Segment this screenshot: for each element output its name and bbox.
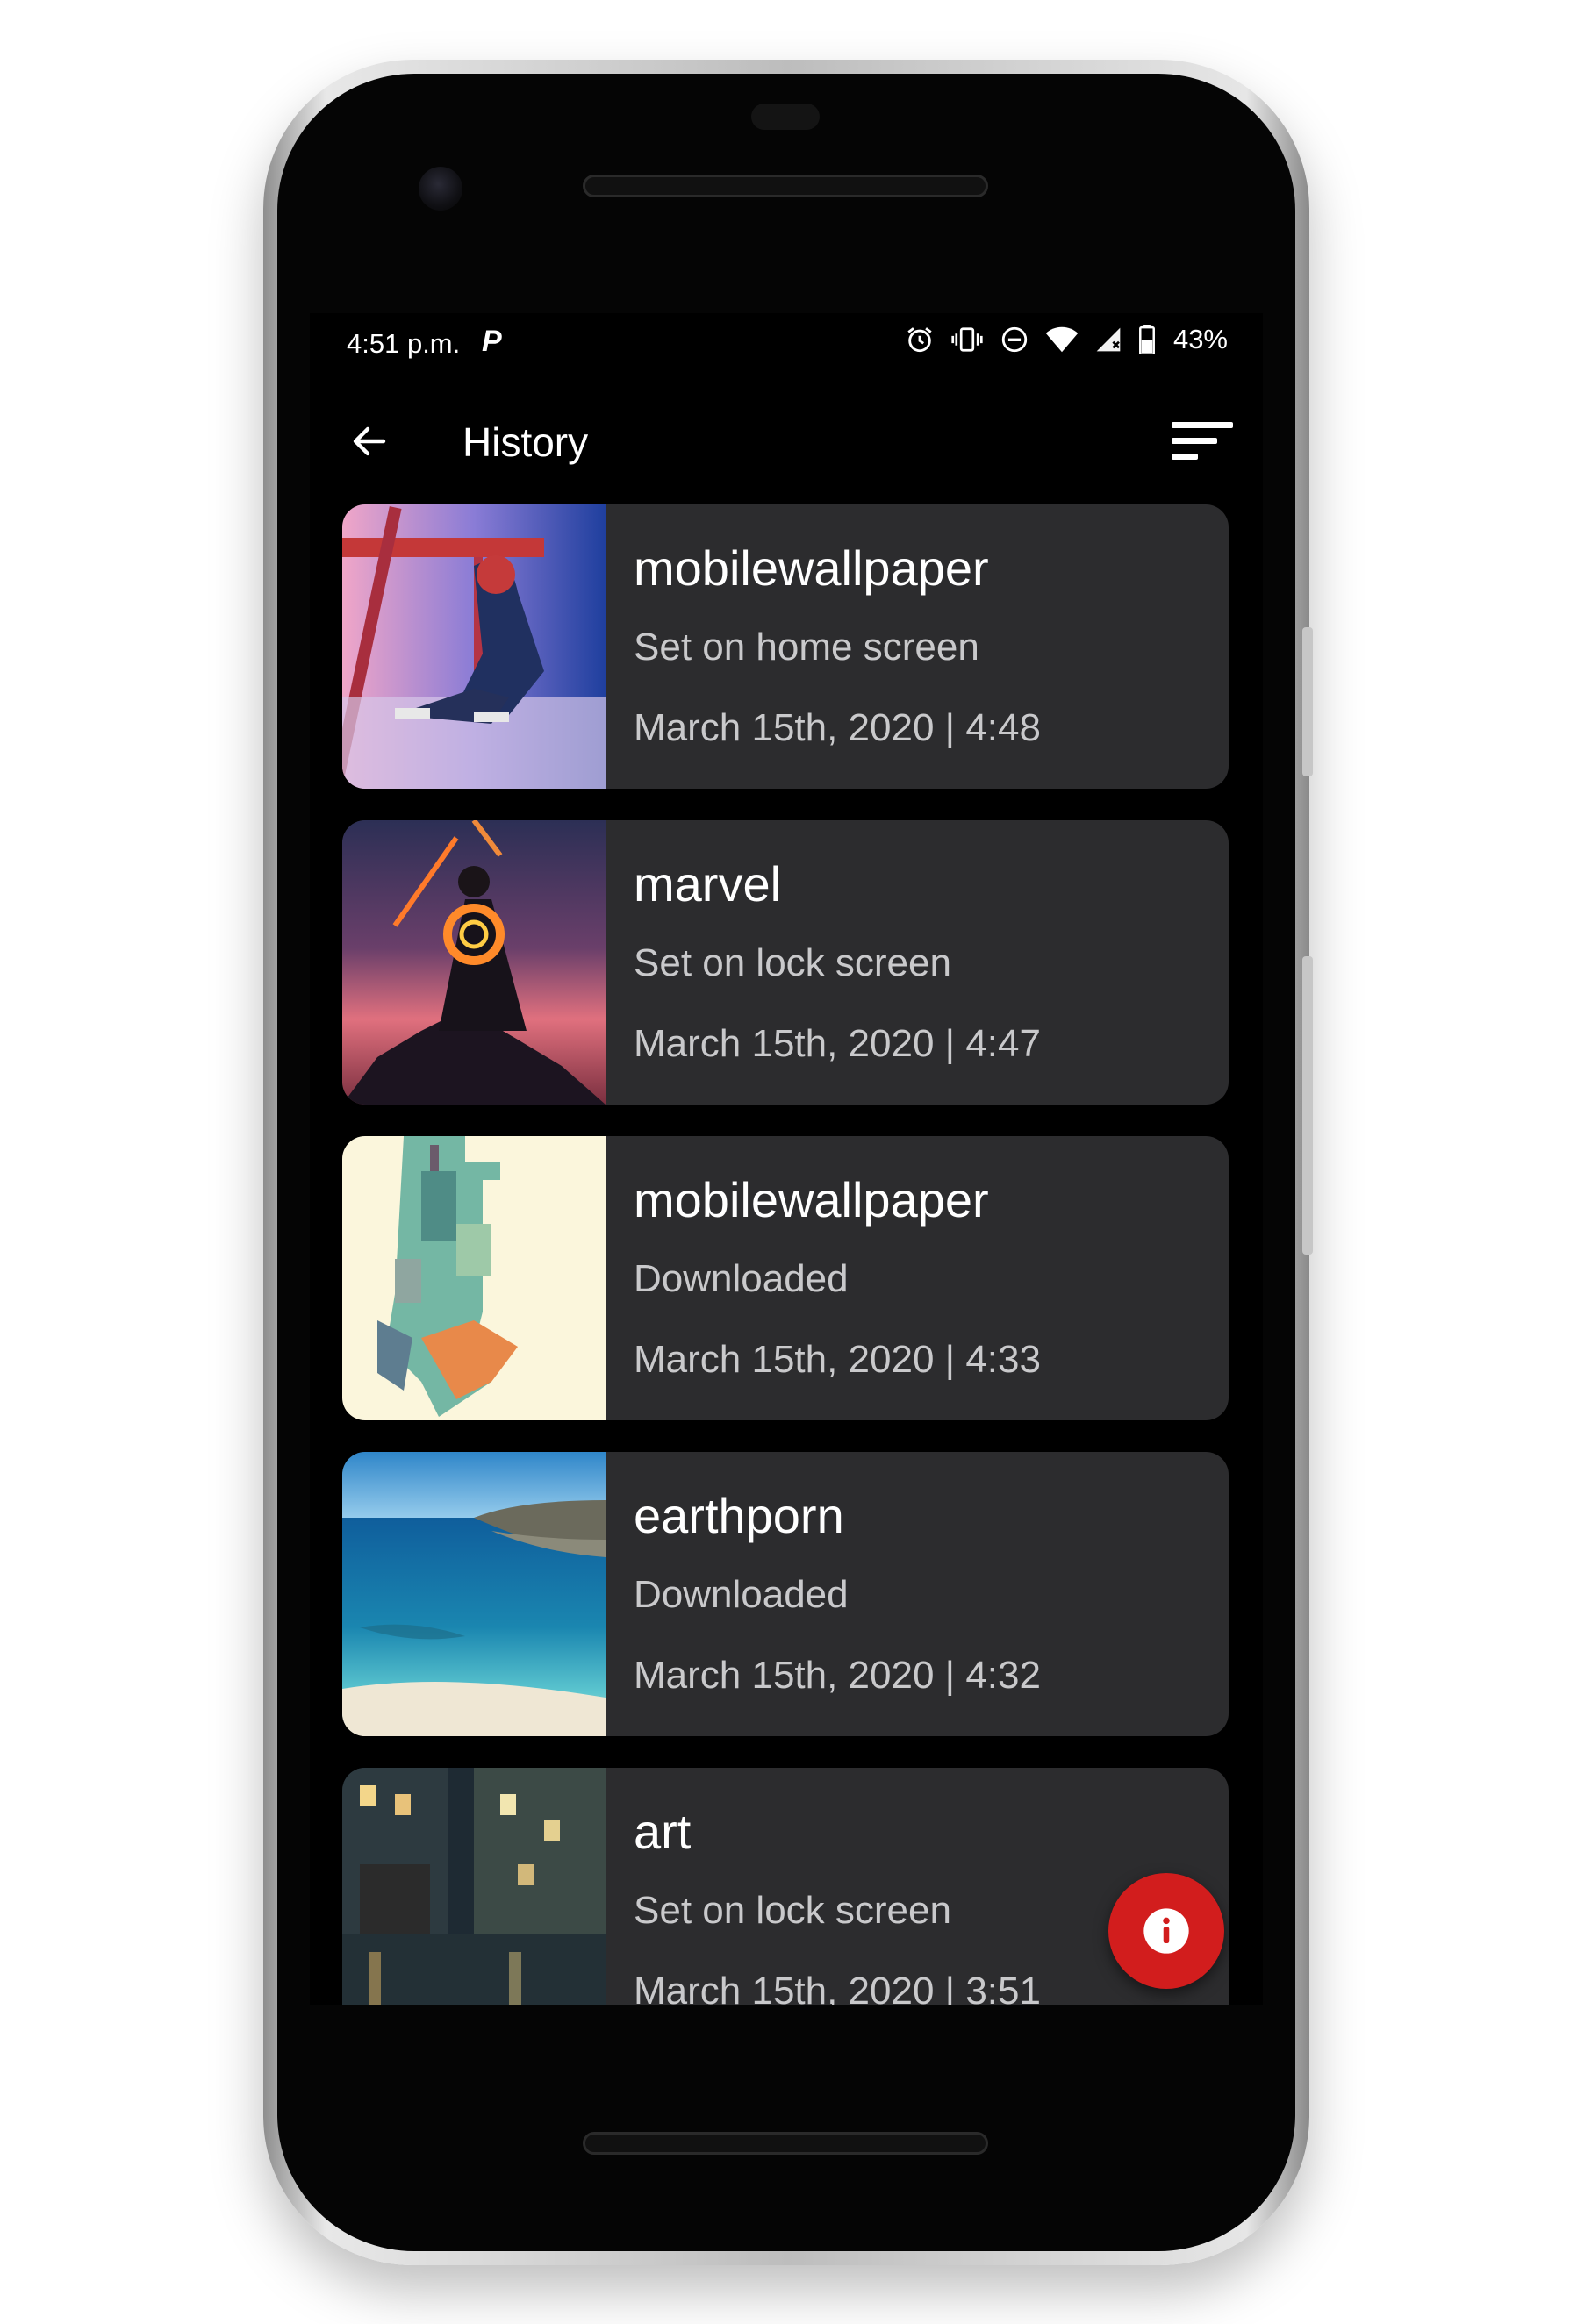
battery-icon [1138, 325, 1155, 354]
wallpaper-thumbnail [342, 1452, 606, 1736]
top-speaker [583, 175, 988, 197]
wallpaper-thumbnail [342, 820, 606, 1105]
item-action: Downloaded [634, 1257, 849, 1300]
battery-percent: 43% [1172, 324, 1228, 354]
app-bar: History [310, 383, 1263, 497]
item-date: March 15th, 2020 | 4:32 [634, 1654, 1041, 1697]
item-action: Downloaded [634, 1573, 849, 1616]
item-date: March 15th, 2020 | 4:47 [634, 1022, 1041, 1065]
status-bar: 4:51 p.m. P 43% [310, 313, 1263, 375]
item-title: art [634, 1804, 692, 1859]
info-fab-button[interactable] [1108, 1873, 1224, 1989]
arrow-back-icon [353, 426, 386, 456]
rainy-night-street-image [342, 1768, 606, 2005]
item-date: March 15th, 2020 | 4:48 [634, 706, 1041, 749]
item-title: mobilewallpaper [634, 1172, 989, 1227]
item-action: Set on lock screen [634, 1889, 951, 1932]
hooded-figure-on-bridge-image [342, 504, 606, 789]
history-item[interactable]: mobilewallpaper Set on home screen March… [342, 504, 1229, 789]
alarm-icon [907, 327, 932, 353]
power-button [1302, 627, 1313, 776]
floating-island-tower-image [342, 1136, 606, 1420]
wallpaper-thumbnail [342, 1136, 606, 1420]
status-icons: 43% [905, 324, 1228, 355]
front-camera-icon [419, 167, 462, 211]
sort-button[interactable] [1166, 415, 1237, 468]
page-title: History [462, 419, 589, 465]
bottom-speaker [583, 2132, 988, 2155]
wallpaper-thumbnail [342, 504, 606, 789]
item-date: March 15th, 2020 | 4:33 [634, 1338, 1041, 1381]
status-time: 4:51 p.m. [347, 328, 461, 359]
vibrate-icon [951, 327, 983, 352]
sort-icon [1172, 422, 1233, 460]
proximity-sensor [751, 104, 820, 130]
item-title: marvel [634, 856, 782, 912]
coastal-beach-image [342, 1452, 606, 1736]
item-title: mobilewallpaper [634, 540, 989, 596]
item-date: March 15th, 2020 | 3:51 [634, 1970, 1041, 2005]
item-title: earthporn [634, 1488, 844, 1543]
history-item[interactable]: earthporn Downloaded March 15th, 2020 | … [342, 1452, 1229, 1736]
screen: 4:51 p.m. P 43% History mobilewallpaper … [310, 313, 1263, 2005]
dnd-icon [1001, 326, 1028, 353]
history-item[interactable]: mobilewallpaper Downloaded March 15th, 2… [342, 1136, 1229, 1420]
volume-button [1302, 956, 1313, 1255]
item-action: Set on home screen [634, 626, 979, 669]
history-item[interactable]: marvel Set on lock screen March 15th, 20… [342, 820, 1229, 1105]
wifi-icon [1045, 326, 1079, 353]
notification-p-icon: P [482, 325, 502, 358]
info-icon [1143, 1908, 1189, 1954]
item-action: Set on lock screen [634, 941, 951, 984]
back-button[interactable] [343, 415, 396, 468]
doctor-strange-on-rock-image [342, 820, 606, 1105]
cellular-icon [1096, 327, 1121, 352]
wallpaper-thumbnail [342, 1768, 606, 2005]
history-item[interactable]: art Set on lock screen March 15th, 2020 … [342, 1768, 1229, 2005]
